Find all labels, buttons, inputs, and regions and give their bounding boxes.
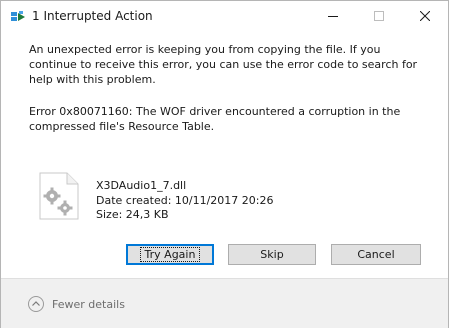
minimize-button[interactable] [310,1,356,32]
skip-button[interactable]: Skip [228,244,316,265]
details-footer: Fewer details [1,278,448,328]
maximize-icon [374,11,384,21]
file-date-created: Date created: 10/11/2017 20:26 [96,193,274,207]
try-again-label: Try Again [139,247,201,262]
dll-file-icon [39,172,79,220]
title-bar[interactable]: 1 Interrupted Action [1,1,448,32]
window-title: 1 Interrupted Action [32,9,153,23]
file-info: X3DAudio1_7.dll Date created: 10/11/2017… [96,179,274,223]
maximize-button[interactable] [356,1,402,32]
cancel-button[interactable]: Cancel [331,244,421,265]
file-operation-dialog: 1 Interrupted Action An unexpected error… [0,0,449,328]
try-again-button[interactable]: Try Again [126,244,214,265]
chevron-up-icon[interactable] [28,296,44,312]
dialog-content: An unexpected error is keeping you from … [1,32,448,277]
close-button[interactable] [402,1,448,32]
copy-operation-icon [10,10,27,24]
file-name: X3DAudio1_7.dll [96,179,187,192]
file-size: Size: 24,3 KB [96,208,169,221]
minimize-icon [328,16,338,17]
error-code-text: Error 0x80071160: The WOF driver encount… [29,105,401,133]
close-icon [420,11,430,21]
fewer-details-link[interactable]: Fewer details [52,298,125,311]
error-message: An unexpected error is keeping you from … [29,43,418,86]
